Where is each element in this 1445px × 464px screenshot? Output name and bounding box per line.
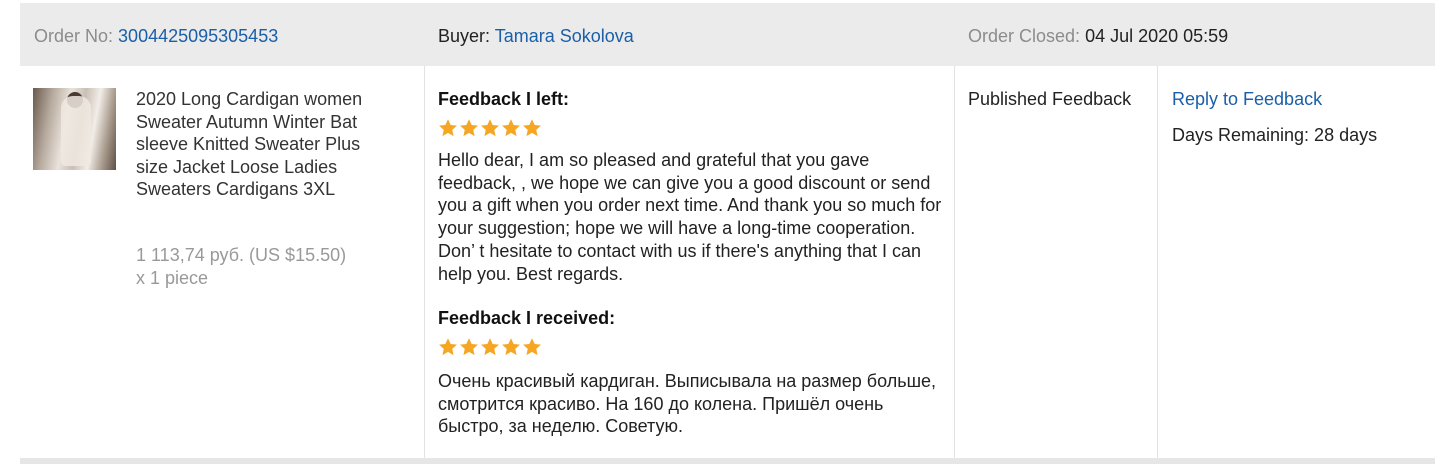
star-icon <box>439 338 457 356</box>
star-icon <box>460 338 478 356</box>
days-remaining: Days Remaining: 28 days <box>1172 125 1378 145</box>
column-divider <box>954 66 955 458</box>
star-icon <box>523 119 541 137</box>
star-icon <box>523 338 541 356</box>
order-closed-label: Order Closed: <box>968 26 1081 46</box>
star-icon <box>481 119 499 137</box>
feedback-status: Published Feedback <box>968 89 1132 109</box>
buyer-name-link[interactable]: Tamara Sokolova <box>495 26 634 46</box>
product-title-link[interactable]: 2020 Long Cardigan women Sweater Autumn … <box>136 88 376 201</box>
column-divider <box>1157 66 1158 458</box>
product-quantity: x 1 piece <box>136 268 209 288</box>
row-separator <box>20 458 1435 464</box>
order-header: Order No: 3004425095305453 Buyer: Tamara… <box>20 3 1435 66</box>
order-row: 2020 Long Cardigan women Sweater Autumn … <box>20 66 1435 458</box>
star-icon <box>481 338 499 356</box>
order-closed-field: Order Closed: 04 Jul 2020 05:59 <box>968 25 1228 47</box>
feedback-received-text: Очень красивый кардиган. Выписывала на р… <box>438 371 937 437</box>
order-number-field: Order No: 3004425095305453 <box>34 25 278 47</box>
star-icon <box>502 338 520 356</box>
reply-to-feedback-link[interactable]: Reply to Feedback <box>1172 88 1322 110</box>
star-icon <box>502 119 520 137</box>
feedback-left-text: Hello dear, I am so pleased and grateful… <box>438 150 942 284</box>
feedback-received-heading: Feedback I received: <box>438 308 616 328</box>
star-icon <box>460 119 478 137</box>
buyer-label: Buyer: <box>438 26 491 46</box>
feedback-left-heading: Feedback I left: <box>438 89 570 109</box>
order-closed-date: 04 Jul 2020 05:59 <box>1085 26 1229 46</box>
order-number-label: Order No: <box>34 26 114 46</box>
column-divider <box>424 66 425 458</box>
feedback-left-rating <box>438 118 542 140</box>
feedback-received-rating <box>438 337 542 359</box>
buyer-field: Buyer: Tamara Sokolova <box>438 25 634 47</box>
star-icon <box>439 119 457 137</box>
order-number-link[interactable]: 3004425095305453 <box>118 26 278 46</box>
product-price: 1 113,74 руб. (US $15.50) <box>136 245 347 265</box>
product-thumbnail[interactable] <box>33 88 116 170</box>
product-price-block: 1 113,74 руб. (US $15.50) x 1 piece <box>136 244 396 290</box>
